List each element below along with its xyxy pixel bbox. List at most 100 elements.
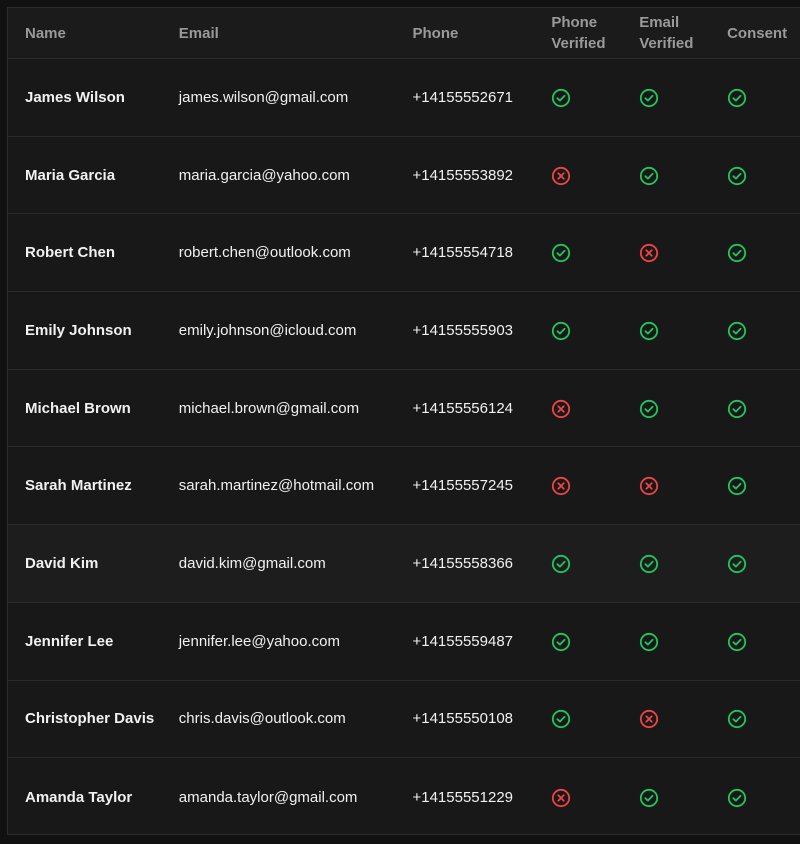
contact-phone: +14155550108 — [412, 710, 514, 728]
consent-cell — [710, 165, 800, 186]
table-row[interactable]: Christopher Davis chris.davis@outlook.com… — [8, 680, 800, 759]
check-circle-icon — [551, 709, 571, 729]
check-circle-icon — [727, 166, 747, 186]
email-verified-cell — [622, 398, 710, 419]
contact-email: michael.brown@gmail.com — [178, 399, 360, 417]
x-circle-icon — [551, 399, 571, 419]
x-circle-icon — [551, 476, 571, 496]
phone-verified-cell — [534, 631, 622, 652]
contact-email: robert.chen@outlook.com — [178, 244, 351, 262]
consent-cell — [710, 475, 800, 496]
contact-email: emily.johnson@icloud.com — [178, 321, 357, 339]
contacts-table: Name Email Phone Phone Verified Email Ve… — [8, 8, 800, 834]
column-header-consent[interactable]: Consent — [710, 23, 800, 44]
contact-email: james.wilson@gmail.com — [178, 88, 349, 106]
check-circle-icon — [639, 399, 659, 419]
phone-verified-cell — [534, 787, 622, 808]
contact-phone: +14155559487 — [412, 632, 514, 650]
phone-verified-cell — [534, 242, 622, 263]
contact-email: jennifer.lee@yahoo.com — [178, 632, 340, 650]
contact-name: Jennifer Lee — [25, 632, 114, 650]
table-row[interactable]: Robert Chen robert.chen@outlook.com +14155… — [8, 214, 800, 293]
consent-cell — [710, 787, 800, 808]
contact-name: James Wilson — [25, 88, 125, 106]
contact-phone: +14155557245 — [412, 477, 514, 495]
table-row[interactable]: Jennifer Lee jennifer.lee@yahoo.com +14155… — [8, 602, 800, 681]
check-circle-icon — [639, 788, 659, 808]
contact-phone: +14155551229 — [412, 788, 514, 806]
column-header-email-verified[interactable]: Email Verified — [622, 12, 710, 54]
check-circle-icon — [727, 399, 747, 419]
table-row[interactable]: Amanda Taylor amanda.taylor@gmail.com +141… — [8, 758, 800, 834]
consent-cell — [710, 242, 800, 263]
table-header-row: Name Email Phone Phone Verified Email Ve… — [8, 8, 800, 59]
contact-phone: +14155552671 — [412, 88, 514, 106]
consent-cell — [710, 320, 800, 341]
phone-verified-cell — [534, 87, 622, 108]
column-header-phone[interactable]: Phone — [395, 23, 534, 44]
column-header-email[interactable]: Email — [162, 23, 396, 44]
email-verified-cell — [622, 87, 710, 108]
table-body: James Wilson james.wilson@gmail.com +14155… — [8, 59, 800, 834]
contact-name: Maria Garcia — [25, 166, 116, 184]
email-verified-cell — [622, 320, 710, 341]
email-verified-cell — [622, 165, 710, 186]
contact-email: amanda.taylor@gmail.com — [178, 788, 358, 806]
check-circle-icon — [639, 88, 659, 108]
contact-name: David Kim — [25, 554, 99, 572]
check-circle-icon — [639, 554, 659, 574]
check-circle-icon — [727, 476, 747, 496]
contact-name: Christopher Davis — [25, 710, 155, 728]
x-circle-icon — [639, 709, 659, 729]
x-circle-icon — [551, 166, 571, 186]
contact-name: Sarah Martinez — [25, 477, 132, 495]
check-circle-icon — [551, 321, 571, 341]
phone-verified-cell — [534, 708, 622, 729]
contact-email: david.kim@gmail.com — [178, 554, 326, 572]
check-circle-icon — [727, 709, 747, 729]
table-row[interactable]: Emily Johnson emily.johnson@icloud.com +14… — [8, 292, 800, 370]
phone-verified-cell — [534, 398, 622, 419]
check-circle-icon — [727, 88, 747, 108]
check-circle-icon — [551, 632, 571, 652]
contact-phone: +14155558366 — [412, 554, 514, 572]
contact-email: chris.davis@outlook.com — [178, 710, 346, 728]
email-verified-cell — [622, 787, 710, 808]
contact-phone: +14155555903 — [412, 321, 514, 339]
check-circle-icon — [727, 243, 747, 263]
consent-cell — [710, 87, 800, 108]
contact-name: Emily Johnson — [25, 321, 132, 339]
contact-name: Amanda Taylor — [25, 788, 133, 806]
consent-cell — [710, 708, 800, 729]
table-row[interactable]: Maria Garcia maria.garcia@yahoo.com +14155… — [8, 136, 800, 215]
phone-verified-cell — [534, 553, 622, 574]
consent-cell — [710, 553, 800, 574]
check-circle-icon — [551, 554, 571, 574]
contact-email: sarah.martinez@hotmail.com — [178, 477, 375, 495]
table-row[interactable]: James Wilson james.wilson@gmail.com +14155… — [8, 59, 800, 137]
phone-verified-cell — [534, 165, 622, 186]
column-header-phone-verified[interactable]: Phone Verified — [534, 12, 622, 54]
email-verified-cell — [622, 708, 710, 729]
check-circle-icon — [551, 243, 571, 263]
check-circle-icon — [639, 321, 659, 341]
check-circle-icon — [727, 788, 747, 808]
contact-email: maria.garcia@yahoo.com — [178, 166, 350, 184]
table-row[interactable]: David Kim david.kim@gmail.com +14155558366 — [8, 525, 800, 603]
email-verified-cell — [622, 631, 710, 652]
check-circle-icon — [551, 88, 571, 108]
email-verified-cell — [622, 475, 710, 496]
check-circle-icon — [639, 166, 659, 186]
column-header-name[interactable]: Name — [8, 23, 162, 44]
x-circle-icon — [639, 476, 659, 496]
phone-verified-cell — [534, 320, 622, 341]
check-circle-icon — [727, 554, 747, 574]
table-row[interactable]: Michael Brown michael.brown@gmail.com +141… — [8, 369, 800, 448]
table-row[interactable]: Sarah Martinez sarah.martinez@hotmail.com… — [8, 447, 800, 526]
phone-verified-cell — [534, 475, 622, 496]
contact-phone: +14155553892 — [412, 166, 514, 184]
email-verified-cell — [622, 242, 710, 263]
contact-phone: +14155556124 — [412, 399, 514, 417]
contact-name: Michael Brown — [25, 399, 131, 417]
check-circle-icon — [727, 321, 747, 341]
